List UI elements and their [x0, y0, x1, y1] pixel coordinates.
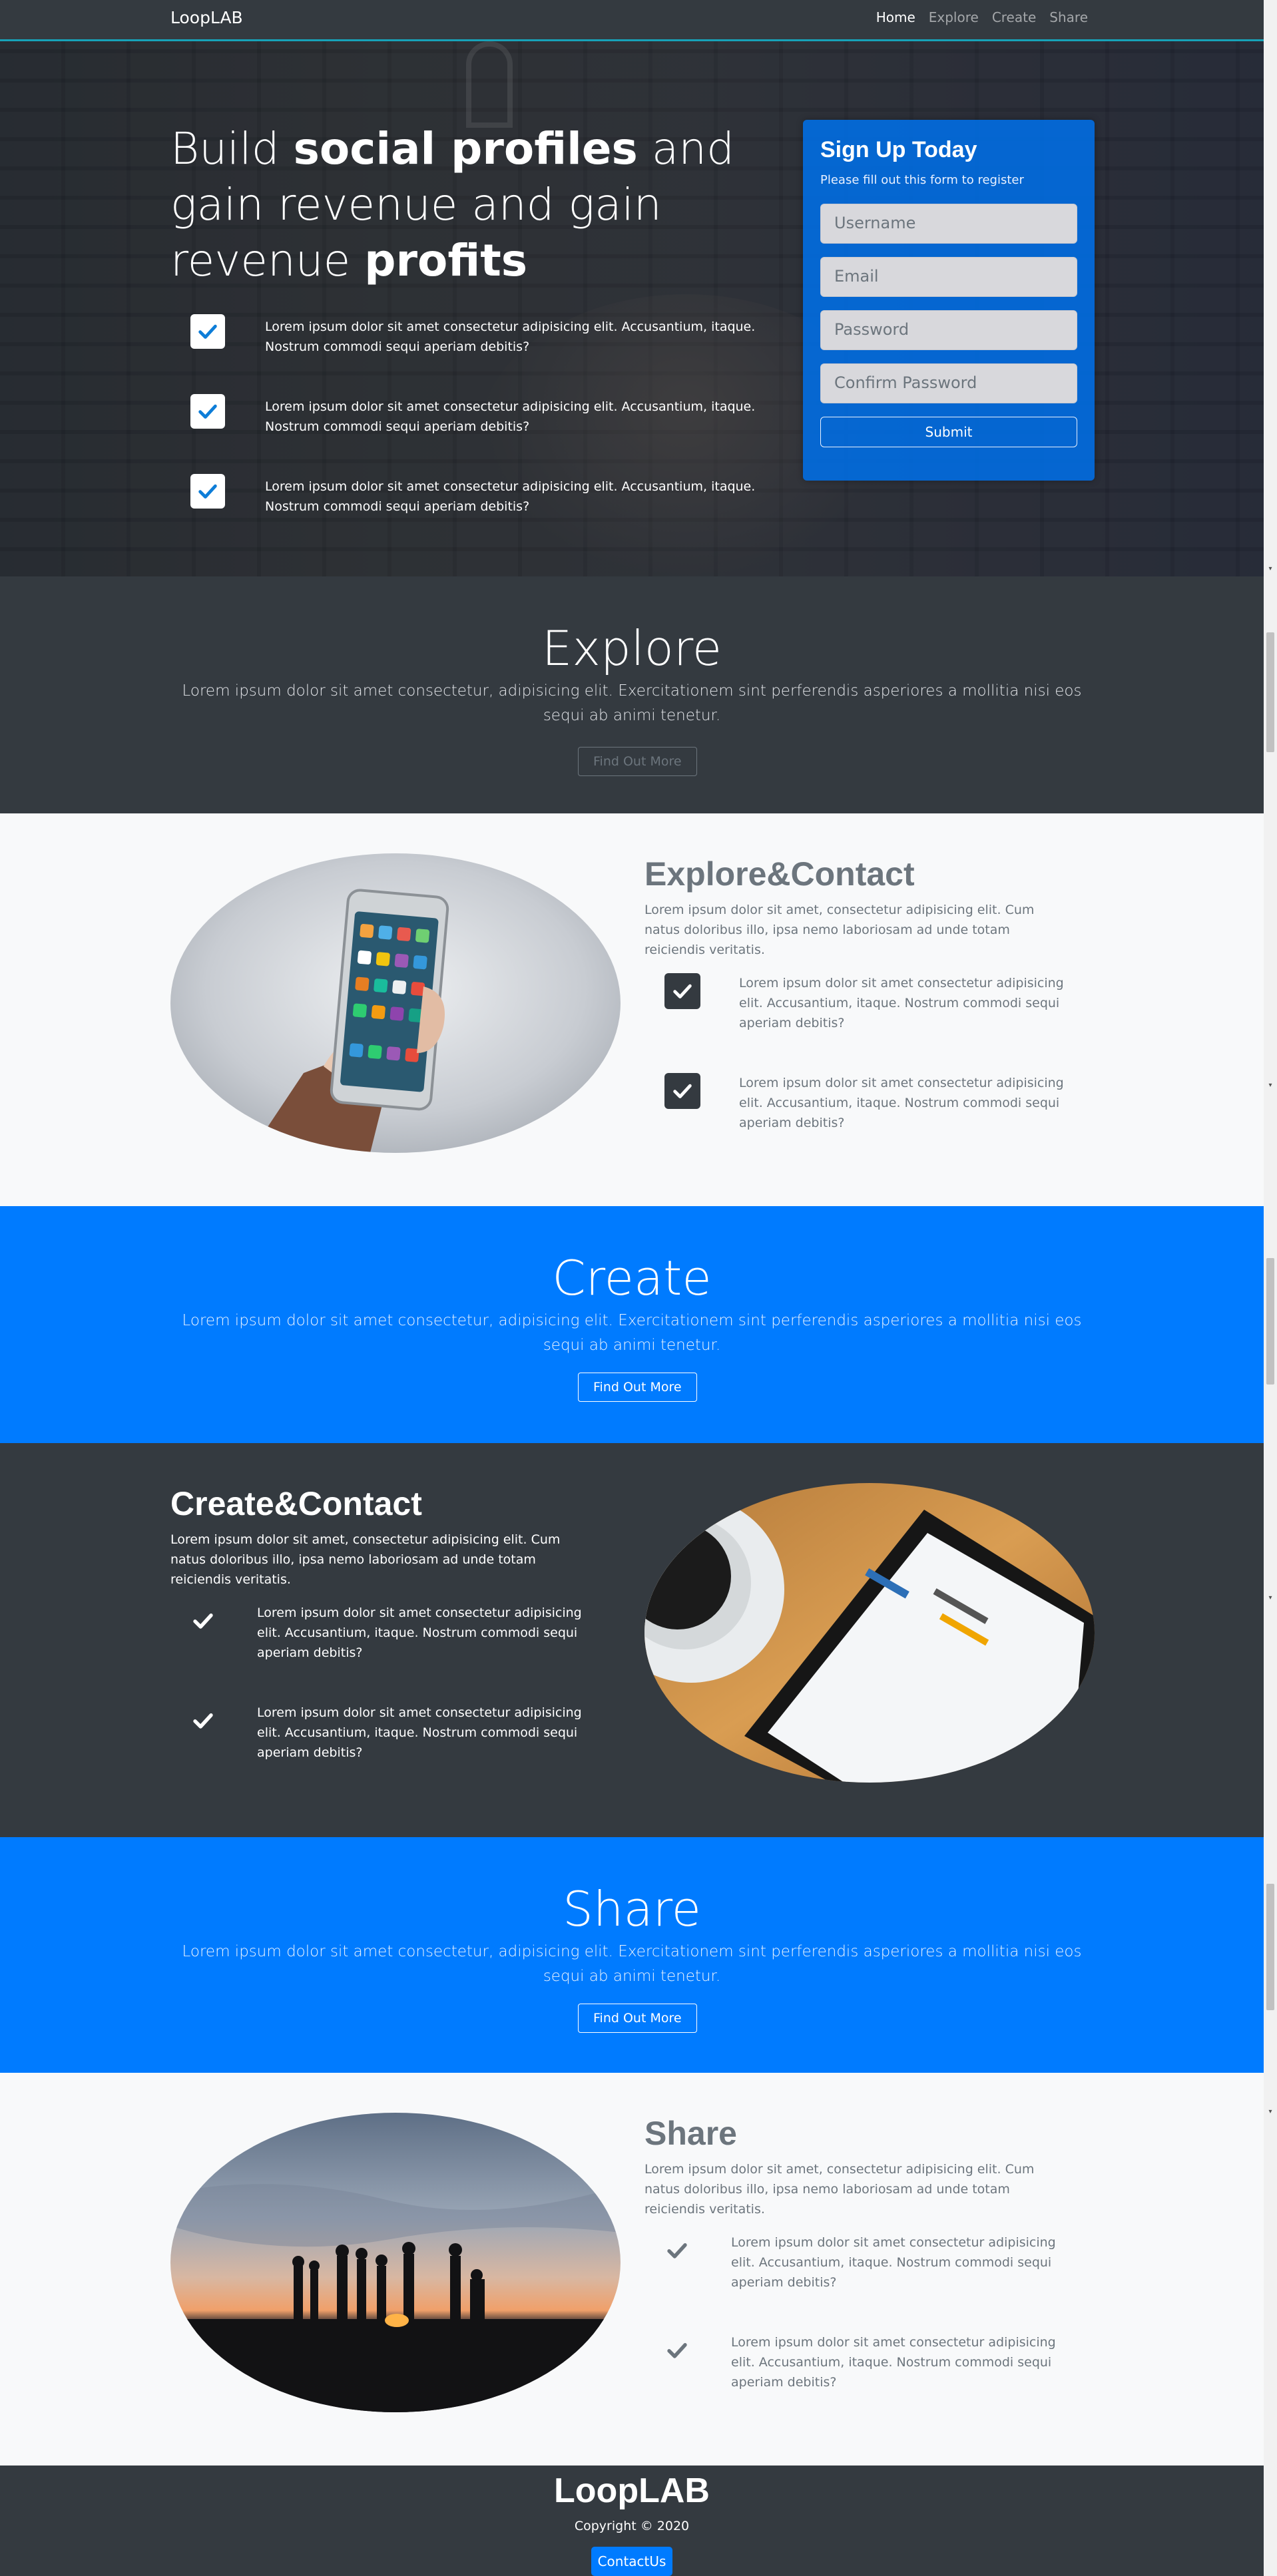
- navbar-brand[interactable]: LoopLAB: [170, 8, 243, 27]
- check-square-icon: [664, 1073, 700, 1109]
- hero-section: Build social profiles and gain revenue a…: [0, 41, 1264, 576]
- phone-in-hand-image: [170, 853, 621, 1153]
- check-square-icon: [190, 394, 225, 429]
- create-contact-lead: Lorem ipsum dolor sit amet, consectetur …: [170, 1532, 561, 1587]
- explore-band: Explore Lorem ipsum dolor sit amet conse…: [0, 576, 1264, 813]
- hero-check-text: Lorem ipsum dolor sit amet consectetur a…: [265, 479, 756, 514]
- scrollbar-thumb[interactable]: [1266, 1258, 1274, 1385]
- create-contact-section: Create&Contact Lorem ipsum dolor sit ame…: [0, 1443, 1264, 1837]
- scrollbar-thumb[interactable]: [1266, 1884, 1274, 2010]
- create-contact-item-text: Lorem ipsum dolor sit amet consectetur a…: [257, 1606, 582, 1660]
- explore-contact-item-text: Lorem ipsum dolor sit amet consectetur a…: [739, 976, 1064, 1030]
- explore-contact-item: Lorem ipsum dolor sit amet consectetur a…: [664, 1073, 1091, 1146]
- explore-text: Lorem ipsum dolor sit amet consectetur, …: [182, 682, 1082, 724]
- explore-contact-title: Explore&Contact: [644, 855, 915, 893]
- signup-card: Sign Up Today Please fill out this form …: [803, 120, 1095, 481]
- footer-brand: LoopLAB: [554, 2471, 710, 2510]
- hero-check-item: Lorem ipsum dolor sit amet consectetur a…: [190, 474, 763, 527]
- create-contact-title: Create&Contact: [170, 1485, 422, 1522]
- share-section-lead: Lorem ipsum dolor sit amet, consectetur …: [644, 2162, 1035, 2217]
- check-square-icon: [190, 474, 225, 509]
- nav-links: Home Explore Create Share: [876, 9, 1088, 25]
- signup-title: Sign Up Today: [820, 137, 977, 162]
- create-text: Lorem ipsum dolor sit amet consectetur, …: [182, 1312, 1082, 1354]
- hero-title: Build social profiles and gain revenue a…: [170, 123, 734, 286]
- explore-find-out-more-button[interactable]: Find Out More: [578, 747, 697, 776]
- check-icon: [185, 1603, 221, 1639]
- explore-contact-lead: Lorem ipsum dolor sit amet, consectetur …: [644, 903, 1035, 957]
- scroll-down-arrow-icon[interactable]: ▾: [1267, 566, 1274, 572]
- share-section-title: Share: [644, 2115, 737, 2152]
- share-band: Share Lorem ipsum dolor sit amet consect…: [0, 1837, 1264, 2073]
- scroll-down-arrow-icon[interactable]: ▾: [1267, 1595, 1274, 1602]
- create-contact-item: Lorem ipsum dolor sit amet consectetur a…: [185, 1603, 611, 1676]
- username-input[interactable]: Username: [820, 204, 1077, 244]
- page-scrollbar[interactable]: ▾ ▾ ▾ ▾: [1264, 0, 1277, 2576]
- check-icon: [659, 2233, 695, 2268]
- sunset-group-image: [170, 2113, 621, 2412]
- submit-button[interactable]: Submit: [820, 417, 1077, 447]
- check-icon: [659, 2332, 695, 2368]
- explore-contact-item: Lorem ipsum dolor sit amet consectetur a…: [664, 973, 1091, 1046]
- footer: LoopLAB Copyright © 2020 ContactUs: [0, 2466, 1264, 2576]
- explore-contact-section: Explore&Contact Lorem ipsum dolor sit am…: [0, 813, 1264, 1206]
- share-item: Lorem ipsum dolor sit amet consectetur a…: [659, 2233, 1085, 2306]
- share-item-text: Lorem ipsum dolor sit amet consectetur a…: [731, 2335, 1056, 2390]
- navbar: LoopLAB Home Explore Create Share: [0, 0, 1264, 41]
- password-input[interactable]: Password: [820, 310, 1077, 350]
- share-section: Share Lorem ipsum dolor sit amet, consec…: [0, 2073, 1264, 2466]
- confirm-password-input[interactable]: Confirm Password: [820, 363, 1077, 403]
- signup-subtitle: Please fill out this form to register: [820, 173, 1024, 187]
- contact-us-button[interactable]: ContactUs: [591, 2547, 672, 2576]
- email-input[interactable]: Email: [820, 257, 1077, 297]
- create-contact-item: Lorem ipsum dolor sit amet consectetur a…: [185, 1703, 611, 1776]
- scroll-down-arrow-icon[interactable]: ▾: [1267, 2109, 1274, 2115]
- check-icon: [185, 1703, 221, 1739]
- nav-link-explore[interactable]: Explore: [929, 9, 979, 25]
- nav-link-create[interactable]: Create: [992, 9, 1036, 25]
- create-band: Create Lorem ipsum dolor sit amet consec…: [0, 1206, 1264, 1443]
- create-contact-item-text: Lorem ipsum dolor sit amet consectetur a…: [257, 1705, 582, 1760]
- hero-check-text: Lorem ipsum dolor sit amet consectetur a…: [265, 399, 756, 434]
- create-find-out-more-button[interactable]: Find Out More: [578, 1373, 697, 1402]
- create-title: Create: [552, 1250, 712, 1306]
- share-item: Lorem ipsum dolor sit amet consectetur a…: [659, 2332, 1085, 2406]
- explore-title: Explore: [541, 620, 722, 676]
- share-item-text: Lorem ipsum dolor sit amet consectetur a…: [731, 2235, 1056, 2290]
- explore-contact-item-text: Lorem ipsum dolor sit amet consectetur a…: [739, 1076, 1064, 1130]
- hero-check-item: Lorem ipsum dolor sit amet consectetur a…: [190, 314, 763, 367]
- hero-check-item: Lorem ipsum dolor sit amet consectetur a…: [190, 394, 763, 447]
- scrollbar-thumb[interactable]: [1266, 632, 1274, 752]
- nav-link-share[interactable]: Share: [1049, 9, 1088, 25]
- share-text: Lorem ipsum dolor sit amet consectetur, …: [182, 1943, 1082, 1985]
- share-title: Share: [563, 1881, 701, 1937]
- check-square-icon: [664, 973, 700, 1009]
- scroll-down-arrow-icon[interactable]: ▾: [1267, 1082, 1274, 1089]
- nav-link-home[interactable]: Home: [876, 9, 915, 25]
- share-find-out-more-button[interactable]: Find Out More: [578, 2004, 697, 2033]
- hero-check-text: Lorem ipsum dolor sit amet consectetur a…: [265, 320, 756, 354]
- footer-copyright: Copyright © 2020: [574, 2519, 690, 2533]
- tablet-coffee-image: [644, 1483, 1095, 1783]
- check-square-icon: [190, 314, 225, 349]
